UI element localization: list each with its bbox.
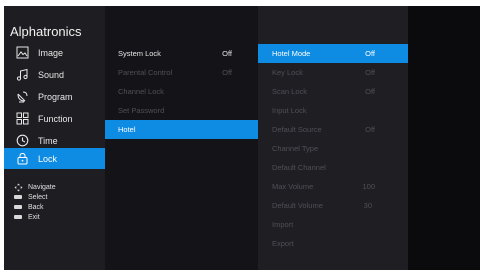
hotel-item-max-volume[interactable]: Max Volume 100	[258, 177, 408, 196]
lock-item-parental-control[interactable]: Parental Control Off	[105, 63, 258, 82]
menu-item-label: Program	[38, 91, 73, 102]
ok-key-icon	[13, 195, 23, 199]
hint-back: Back	[4, 202, 105, 212]
lock-item-system-lock[interactable]: System Lock Off	[105, 44, 258, 63]
hint-label: Exit	[28, 213, 40, 221]
hotel-item-value: Off	[365, 87, 375, 96]
hotel-item-import[interactable]: Import	[258, 215, 408, 234]
hotel-item-hotel-mode[interactable]: Hotel Mode Off	[258, 44, 408, 63]
lock-item-value: Off	[222, 68, 232, 77]
hint-exit: Exit	[4, 212, 105, 222]
hotel-item-value: 100	[362, 182, 375, 191]
menu-item-sound[interactable]: Sound	[4, 64, 105, 85]
brand-title: Alphatronics	[10, 24, 82, 39]
menu-item-label: Function	[38, 113, 73, 124]
back-key-icon	[13, 205, 23, 209]
tv-settings-screen: Alphatronics Image Sound Program Functio…	[4, 6, 480, 270]
clock-icon	[15, 134, 29, 148]
hotel-item-export[interactable]: Export	[258, 234, 408, 253]
grid-icon	[15, 112, 29, 126]
hint-label: Select	[28, 193, 48, 201]
hotel-item-value: Off	[365, 125, 375, 134]
hotel-item-default-source[interactable]: Default Source Off	[258, 120, 408, 139]
menu-item-program[interactable]: Program	[4, 86, 105, 107]
hint-label: Navigate	[28, 183, 56, 191]
hotel-item-key-lock[interactable]: Key Lock Off	[258, 63, 408, 82]
exit-key-icon	[13, 215, 23, 219]
hotel-item-input-lock[interactable]: Input Lock	[258, 101, 408, 120]
music-note-icon	[15, 68, 29, 82]
menu-item-function[interactable]: Function	[4, 108, 105, 129]
menu-item-image[interactable]: Image	[4, 42, 105, 63]
hint-navigate: Navigate	[4, 182, 105, 192]
hotel-item-default-channel[interactable]: Default Channel	[258, 158, 408, 177]
menu-item-label: Sound	[38, 69, 65, 80]
image-icon	[15, 46, 29, 60]
hotel-item-channel-type[interactable]: Channel Type	[258, 139, 408, 158]
hint-select: Select	[4, 192, 105, 202]
lock-submenu-panel: System Lock Off Parental Control Off Cha…	[105, 6, 258, 270]
empty-detail-panel	[408, 6, 480, 270]
dpad-icon	[13, 183, 23, 192]
lock-item-hotel[interactable]: Hotel	[105, 120, 258, 139]
hotel-item-default-volume[interactable]: Default Volume 30	[258, 196, 408, 215]
lock-item-value: Off	[222, 49, 232, 58]
hotel-item-scan-lock[interactable]: Scan Lock Off	[258, 82, 408, 101]
hotel-submenu-panel: Hotel Mode Off Key Lock Off Scan Lock Of…	[258, 6, 408, 270]
menu-item-label: Image	[38, 47, 64, 58]
lock-item-channel-lock[interactable]: Channel Lock	[105, 82, 258, 101]
menu-item-label: Lock	[38, 153, 58, 164]
hotel-item-value: 30	[363, 201, 372, 210]
hotel-item-value: Off	[365, 68, 375, 77]
menu-item-lock[interactable]: Lock	[4, 148, 105, 169]
hotel-item-value: Off	[365, 49, 375, 58]
hint-label: Back	[28, 203, 44, 211]
padlock-icon	[15, 152, 29, 166]
lock-item-set-password[interactable]: Set Password	[105, 101, 258, 120]
main-menu-panel: Alphatronics Image Sound Program Functio…	[4, 6, 105, 270]
satellite-dish-icon	[15, 90, 29, 104]
menu-item-label: Time	[38, 135, 58, 146]
